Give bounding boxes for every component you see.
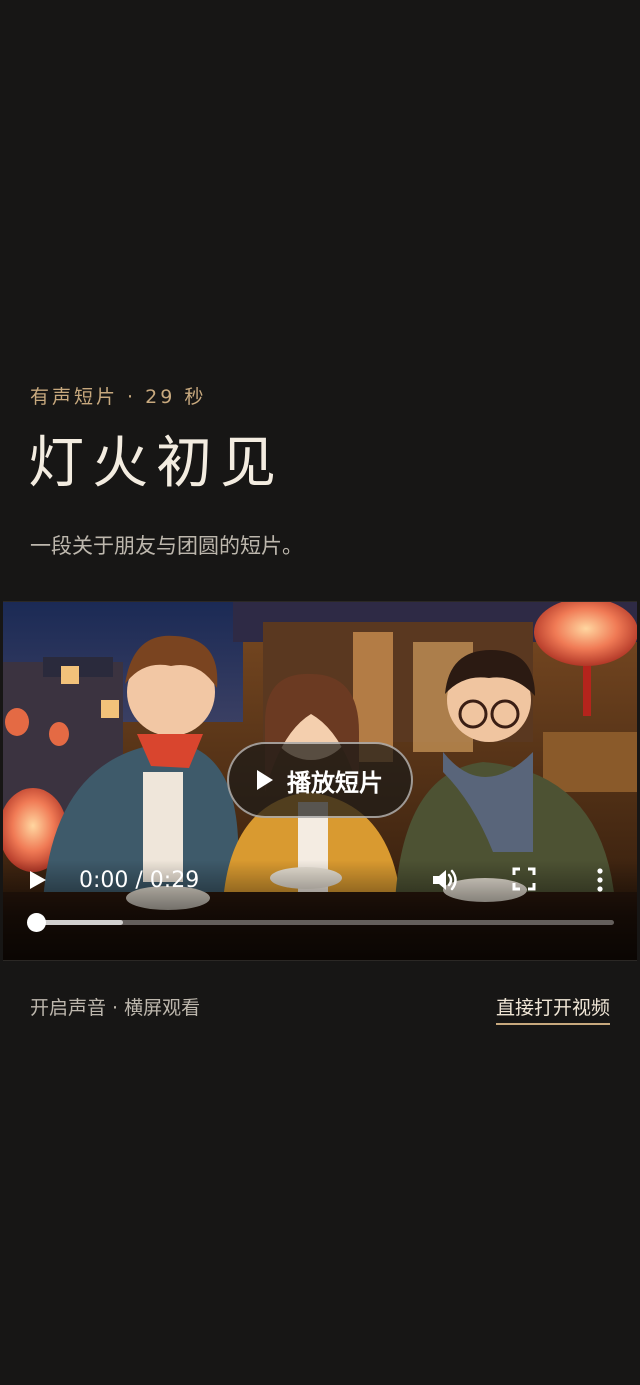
video-player[interactable]: 播放短片 0:00 / 0:29 (3, 601, 637, 961)
progress-thumb[interactable] (27, 913, 46, 932)
video-controls: 0:00 / 0:29 (3, 860, 637, 960)
progress-buffered (36, 920, 123, 925)
volume-icon[interactable] (430, 866, 458, 894)
more-options-icon[interactable] (595, 866, 605, 894)
play-short-label: 播放短片 (287, 768, 383, 797)
play-control-icon[interactable] (30, 871, 46, 889)
play-short-button[interactable]: 播放短片 (227, 742, 413, 818)
open-video-link[interactable]: 直接打开视频 (495, 993, 610, 1025)
page: 有声短片 · 29 秒 灯火初见 一段关于朋友与团圆的短片。 播放短片 0:00… (0, 0, 640, 1385)
viewing-hint: 开启声音 · 横屏观看 (30, 997, 201, 1019)
page-title: 灯火初见 (28, 431, 284, 496)
video-meta-label: 有声短片 · 29 秒 (30, 386, 207, 408)
page-subtitle: 一段关于朋友与团圆的短片。 (30, 534, 303, 558)
fullscreen-icon[interactable] (511, 866, 537, 892)
time-display: 0:00 / 0:29 (79, 868, 200, 893)
progress-bar[interactable] (27, 913, 614, 932)
play-icon (257, 770, 273, 790)
